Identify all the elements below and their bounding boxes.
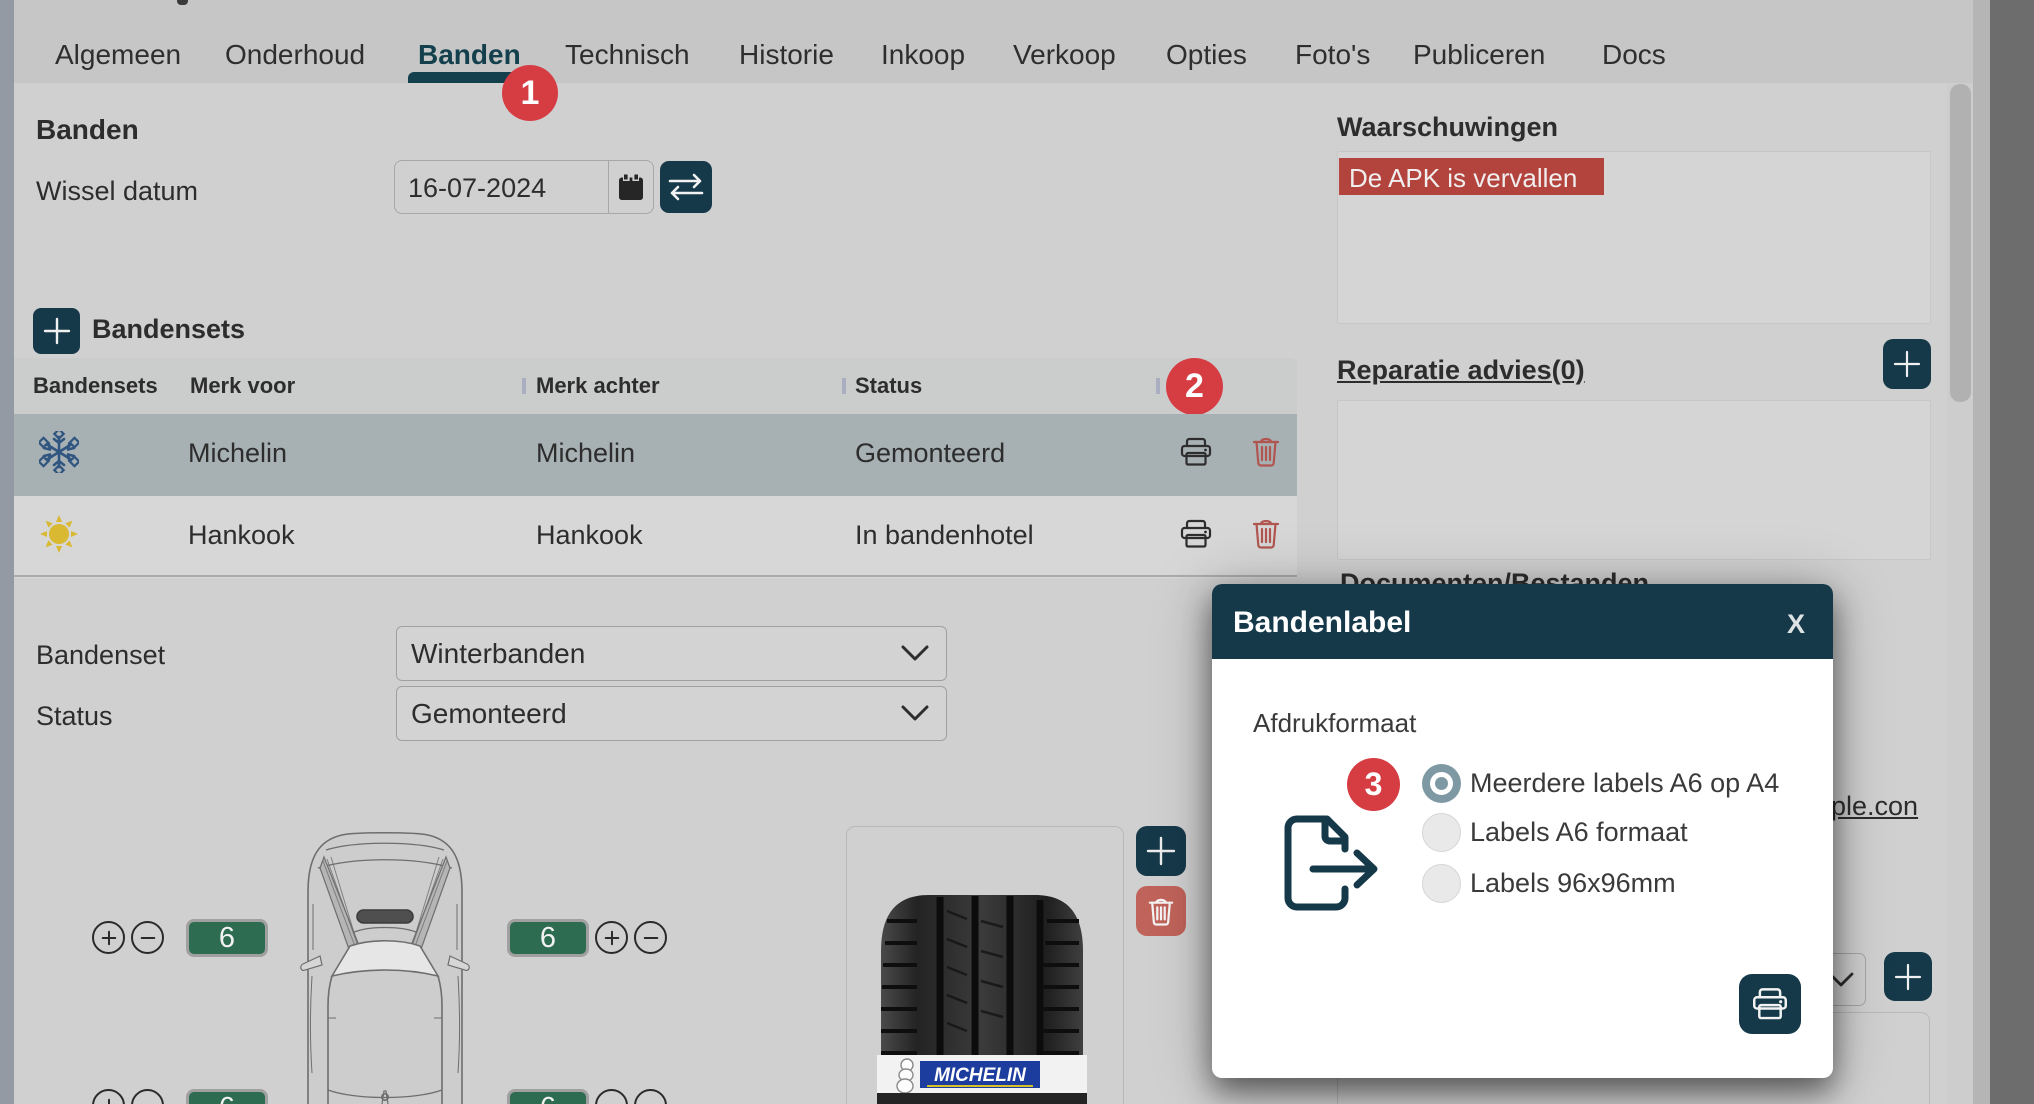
svg-text:MICHELIN: MICHELIN (934, 1065, 1027, 1086)
